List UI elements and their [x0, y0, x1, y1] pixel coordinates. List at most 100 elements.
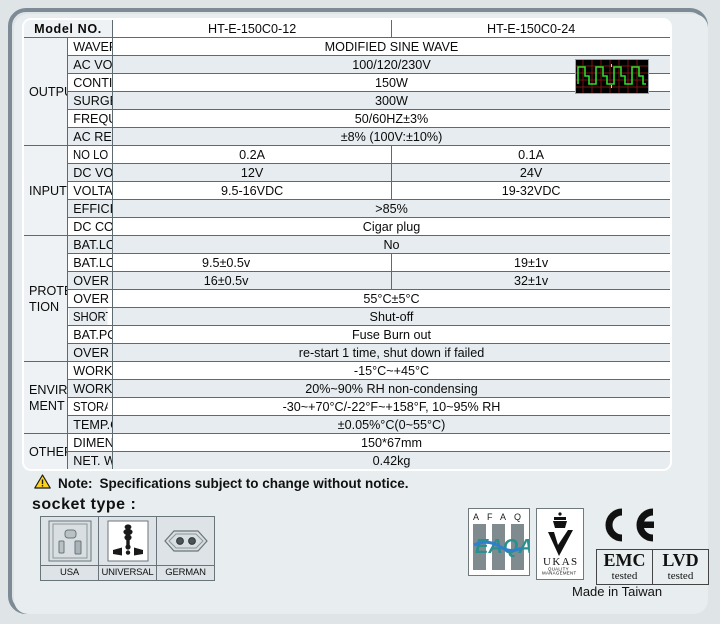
- param-label: NO LOAD CURRENT DRAW: [67, 145, 109, 164]
- param-label: WAVEFORM: [67, 37, 113, 56]
- socket-option-usa[interactable]: USA: [41, 517, 99, 580]
- param-value: >85%: [112, 199, 670, 218]
- param-label: SURGE POWER: [67, 91, 113, 110]
- german-socket-icon: [157, 517, 214, 566]
- table-row: VOLTAGE RANGE9.5-16VDC19-32VDC: [24, 181, 670, 200]
- param-value-a: 0.2A: [111, 145, 393, 164]
- param-label: DC CONNECTOR: [67, 217, 113, 236]
- param-value-b: 0.1A: [391, 145, 670, 164]
- note-line: Note: Specifications subject to change w…: [34, 474, 409, 492]
- table-row: TEMP.COEFFICIENT±0.05%°C(0~55°C): [24, 415, 670, 434]
- model-a-header: HT-E-150C0-12: [111, 20, 393, 38]
- svg-text:A: A: [500, 512, 506, 522]
- table-row: AC VOLTAGE100/120/230V: [24, 55, 670, 74]
- param-label: BAT.LOW ALARM: [67, 235, 113, 254]
- table-row: PROTEC-TIONBAT.LOW ALARMNo: [24, 235, 670, 362]
- param-label: DIMENSION(L*W*H): [67, 433, 113, 452]
- table-row: BAT.POLARITYFuse Burn out: [24, 325, 670, 344]
- table-row: DC VOLTAGE12V24V: [24, 163, 670, 182]
- param-label: STORAGE TEMP., HUMIDITY: [67, 397, 109, 416]
- made-in-text: Made in Taiwan: [572, 584, 663, 599]
- param-value: -15°C~+45°C: [112, 361, 670, 380]
- emc-tested-mark: EMC tested: [596, 549, 653, 585]
- test-marks: EMC tested LVD tested: [596, 549, 709, 585]
- param-value-a: 16±0.5v: [111, 271, 393, 290]
- param-value: MODIFIED SINE WAVE: [112, 37, 670, 56]
- table-row: OUTPUTWAVEFORMMODIFIED SINE WAVE: [24, 37, 670, 146]
- lvd-label: LVD: [662, 550, 699, 570]
- ukas-certification-icon: UKAS QUALITY MANAGEMENT: [536, 508, 584, 580]
- socket-type-list: USA UNIVERSAL GERMAN: [40, 516, 215, 581]
- svg-text:A: A: [473, 512, 479, 522]
- socket-label: GERMAN: [165, 567, 206, 578]
- param-value: 150*67mm: [112, 433, 670, 452]
- param-label: CONTINUOUS POWER: [67, 73, 113, 92]
- warning-triangle-icon: [34, 474, 51, 492]
- table-row: WORKING HUMIDITY20%~90% RH non-condensin…: [24, 379, 670, 398]
- param-label: WORKING TEMP.: [67, 361, 113, 380]
- lvd-tested-mark: LVD tested: [653, 549, 709, 585]
- group-label-input: INPUT: [24, 145, 69, 236]
- param-value-b: 32±1v: [391, 271, 670, 290]
- param-value: ±8% (100V:±10%): [112, 127, 670, 146]
- param-value: Fuse Burn out: [112, 325, 670, 344]
- param-value: -30~+70°C/-22°F~+158°F, 10~95% RH: [112, 397, 670, 416]
- table-row: SURGE POWER300W: [24, 91, 670, 110]
- lvd-sub-label: tested: [667, 570, 694, 582]
- table-row: DC CONNECTORCigar plug: [24, 217, 670, 236]
- param-label: EFFICIENCY: [67, 199, 113, 218]
- group-label-environment: ENVIRON-MENT: [24, 361, 69, 434]
- table-row: INPUTNO LOAD CURRENT DRAW0.2A0.1A: [24, 145, 670, 236]
- param-label: TEMP.COEFFICIENT: [67, 415, 113, 434]
- param-label: AC REGULATION: [67, 127, 113, 146]
- param-value: No: [112, 235, 670, 254]
- table-row: NET. WEIGHT0.42kg: [24, 451, 670, 469]
- param-value: re-start 1 time, shut down if failed: [112, 343, 670, 362]
- svg-text:MANAGEMENT: MANAGEMENT: [542, 571, 576, 576]
- table-row: FREQUENCY50/60HZ±3%: [24, 109, 670, 128]
- param-label: OVER TEMPERATURE: [67, 289, 113, 308]
- table-row: OVER VOLTAGE16±0.5v32±1v: [24, 271, 670, 290]
- afaq-certification-icon: A F A Q EAQA: [468, 508, 533, 576]
- param-value-a: 9.5±0.5v: [111, 253, 393, 272]
- socket-option-german[interactable]: GERMAN: [157, 517, 214, 580]
- param-label: AC VOLTAGE: [67, 55, 113, 74]
- svg-text:F: F: [487, 512, 493, 522]
- model-no-header: Model NO.: [24, 20, 113, 38]
- param-value-b: 19-32VDC: [391, 181, 670, 200]
- emc-sub-label: tested: [611, 570, 638, 582]
- table-row: OVER LOADre-start 1 time, shut down if f…: [24, 343, 670, 362]
- param-label: OVER LOAD: [67, 343, 113, 362]
- param-value: Shut-off: [112, 307, 670, 326]
- group-label-output: OUTPUT: [24, 37, 69, 146]
- group-label-others: OTHERS: [24, 433, 69, 469]
- waveform-scope-icon: [575, 59, 649, 94]
- spec-sheet-page: Model NO.HT-E-150C0-12HT-E-150C0-24OUTPU…: [0, 0, 720, 624]
- param-value-a: 12V: [111, 163, 393, 182]
- param-value-a: 9.5-16VDC: [111, 181, 393, 200]
- table-row: OTHERSDIMENSION(L*W*H)150*67mm: [24, 433, 670, 469]
- svg-text:Q: Q: [514, 512, 521, 522]
- param-label: DC VOLTAGE: [67, 163, 113, 182]
- param-label: WORKING HUMIDITY: [67, 379, 113, 398]
- table-row: ENVIRON-MENTWORKING TEMP.-15°C~+45°C: [24, 361, 670, 434]
- param-label: SHORT CIRCUIT PROTECTION: [67, 307, 109, 326]
- table-row: AC REGULATION±8% (100V:±10%): [24, 127, 670, 146]
- ce-mark-block: EMC tested LVD tested: [596, 508, 709, 585]
- param-value: Cigar plug: [112, 217, 670, 236]
- param-value: 50/60HZ±3%: [112, 109, 670, 128]
- table-header-row: Model NO. HT-E-150C0-12 HT-E-150C0-24: [24, 20, 670, 38]
- note-text: Specifications subject to change without…: [99, 475, 409, 491]
- param-value: 0.42kg: [112, 451, 670, 469]
- emc-label: EMC: [603, 550, 646, 570]
- universal-socket-icon: [99, 517, 156, 566]
- param-value: 20%~90% RH non-condensing: [112, 379, 670, 398]
- socket-label: USA: [60, 567, 79, 578]
- table-row: OVER TEMPERATURE55°C±5°C: [24, 289, 670, 308]
- param-label: NET. WEIGHT: [67, 451, 113, 469]
- group-label-protection: PROTEC-TION: [24, 235, 69, 362]
- socket-option-universal[interactable]: UNIVERSAL: [99, 517, 157, 580]
- note-label: Note:: [58, 475, 93, 491]
- table-row: SHORT CIRCUIT PROTECTIONShut-off: [24, 307, 670, 326]
- certification-logos: A F A Q EAQA UKAS QUALITY MANAGEMENT EMC…: [468, 508, 709, 585]
